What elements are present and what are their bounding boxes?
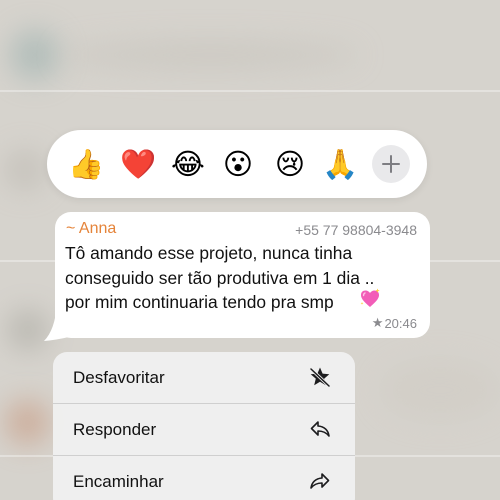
menu-item-label: Responder [73, 420, 157, 439]
crying-face-icon: 😢 [274, 146, 306, 181]
plus-icon [382, 155, 400, 173]
message-line: Tô amando esse projeto, nunca tinha [65, 243, 353, 263]
reaction-surprised[interactable]: 😮 [220, 146, 256, 182]
thumbs-up-icon: 👍 [67, 146, 105, 181]
context-menu: Desfavoritar Responder Encaminhar [53, 352, 355, 500]
reaction-picker: 👍 ❤️ 😂 😮 😢 🙏 [47, 130, 427, 198]
laughing-tears-icon: 😂 [171, 146, 205, 181]
message-meta: ★ 20:46 [372, 315, 417, 331]
reaction-laughing-tears[interactable]: 😂 [170, 146, 206, 182]
reaction-crying[interactable]: 😢 [272, 146, 308, 182]
menu-item-label: Encaminhar [73, 472, 164, 491]
menu-item-forward[interactable]: Encaminhar [53, 456, 355, 500]
starred-icon: ★ [371, 315, 384, 330]
add-reaction-button[interactable] [372, 145, 410, 183]
message-line: conseguido ser tão produtiva em 1 dia .. [65, 267, 375, 288]
message-line: por mim continuaria tendo pra smp [65, 292, 334, 312]
reply-icon [310, 421, 330, 437]
reaction-praying-hands[interactable]: 🙏 [322, 146, 358, 182]
reaction-thumbs-up[interactable]: 👍 [68, 146, 104, 182]
sender-phone: +55 77 98804-3948 [295, 222, 417, 238]
surprised-face-icon: 😮 [222, 146, 254, 181]
menu-item-label: Desfavoritar [73, 368, 165, 387]
sender-name[interactable]: ~ Anna [66, 220, 116, 238]
forward-icon [310, 473, 330, 489]
menu-item-unstar[interactable]: Desfavoritar [53, 352, 355, 403]
message-time: 20:46 [384, 315, 417, 331]
menu-item-reply[interactable]: Responder [53, 404, 355, 455]
red-heart-icon: ❤️ [119, 146, 157, 181]
screen: 👍 ❤️ 😂 😮 😢 🙏 ~ Anna +55 77 98804-3948 Tô… [0, 0, 500, 500]
message-bubble[interactable]: ~ Anna +55 77 98804-3948 Tô amando esse … [55, 212, 430, 338]
sparkling-heart-icon [360, 288, 380, 307]
unstar-icon [309, 367, 331, 388]
message-text: Tô amando esse projeto, nunca tinha cons… [65, 241, 405, 315]
reaction-red-heart[interactable]: ❤️ [109, 135, 167, 193]
praying-hands-icon: 🙏 [321, 146, 359, 181]
